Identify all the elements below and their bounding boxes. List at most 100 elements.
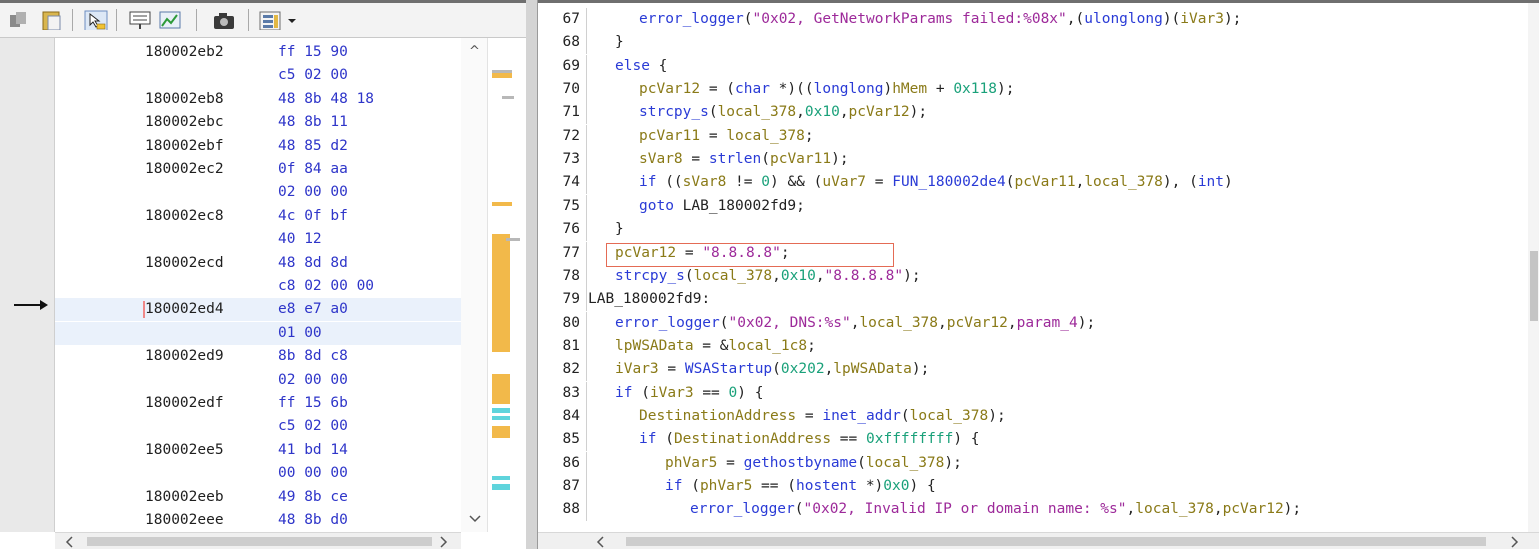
code-token[interactable]: + (927, 81, 953, 97)
listing-bytes[interactable]: c5 02 00 (278, 415, 348, 438)
listing-address[interactable]: 180002eee (145, 509, 224, 532)
code-token[interactable]: = (717, 455, 743, 471)
listing-row[interactable]: 180002eb2 ff 15 90 (55, 41, 461, 64)
code-token[interactable]: param_4 (1017, 315, 1078, 331)
code-text[interactable]: if (DestinationAddress == 0xffffffff) { (639, 428, 980, 451)
code-line[interactable]: 85 if (DestinationAddress == 0xffffffff) … (538, 428, 1528, 452)
overview-mark[interactable] (492, 234, 510, 352)
code-token[interactable]: sVar8 (683, 174, 727, 190)
code-token[interactable]: "8.8.8.8" (702, 245, 781, 261)
code-text[interactable]: strcpy_s(local_378,0x10,pcVar12); (639, 101, 927, 124)
overview-bar[interactable] (487, 38, 525, 532)
code-token[interactable]: , (1214, 501, 1223, 517)
code-token[interactable]: FUN_180002de4 (892, 174, 1006, 190)
code-token[interactable]: local_1c8 (729, 338, 808, 354)
code-token[interactable]: = (796, 408, 822, 424)
listing-bytes[interactable]: 00 00 00 (278, 462, 348, 485)
listing-address[interactable]: 180002eb2 (145, 41, 224, 64)
listing-bytes[interactable]: e8 e7 a0 (278, 298, 348, 321)
listing-bytes[interactable]: 02 00 00 (278, 369, 348, 392)
code-line[interactable]: 82 iVar3 = WSAStartup(0x202,lpWSAData); (538, 358, 1528, 382)
code-text[interactable]: goto LAB_180002fd9; (639, 195, 805, 218)
code-token[interactable]: ( (761, 151, 770, 167)
code-token[interactable]: ( (795, 501, 804, 517)
code-token[interactable]: int (1198, 174, 1224, 190)
code-token[interactable]: (( (656, 174, 682, 190)
code-token[interactable]: LAB_180002fd9; (674, 198, 805, 214)
listing-row[interactable]: 02 00 00 (55, 181, 461, 204)
code-token[interactable]: else (615, 58, 650, 74)
scroll-thumb[interactable] (1530, 251, 1538, 321)
overview-mark[interactable] (502, 96, 514, 99)
code-token[interactable]: ( (772, 361, 781, 377)
code-token[interactable]: = (700, 128, 726, 144)
code-line[interactable]: 73 sVar8 = strlen(pcVar11); (538, 148, 1528, 172)
code-token[interactable]: pcVar11 (770, 151, 831, 167)
listing-bytes[interactable]: ff 15 6b (278, 392, 348, 415)
code-text[interactable]: DestinationAddress = inet_addr(local_378… (639, 405, 1006, 428)
code-line[interactable]: 86 phVar5 = gethostbyname(local_378); (538, 451, 1528, 475)
code-token[interactable]: ( (901, 408, 910, 424)
code-token[interactable]: local_378 (910, 408, 989, 424)
code-line[interactable]: 80 error_logger("0x02, DNS:%s",local_378,… (538, 311, 1528, 335)
code-token[interactable]: ), ( (1163, 174, 1198, 190)
code-token[interactable]: , (796, 104, 805, 120)
code-token[interactable]: goto (639, 198, 674, 214)
code-text[interactable]: iVar3 = WSAStartup(0x202,lpWSAData); (615, 358, 929, 381)
code-token[interactable]: ( (685, 268, 694, 284)
code-token[interactable]: iVar3 (1180, 11, 1224, 27)
dropdown-arrow-icon[interactable] (286, 10, 298, 30)
listing-address[interactable]: 180002ebc (145, 111, 224, 134)
listing-bytes[interactable]: 48 8b 48 18 (278, 88, 374, 111)
code-token[interactable]: ( (744, 11, 753, 27)
listing-bytes[interactable]: c8 02 00 00 (278, 275, 374, 298)
listing-bytes[interactable]: ff 15 90 (278, 41, 348, 64)
code-token[interactable]: local_378 (726, 128, 805, 144)
cursor-select-icon[interactable] (84, 10, 108, 30)
listing-row[interactable]: c5 02 00 (55, 415, 461, 438)
overview-mark[interactable] (506, 238, 520, 241)
listing-vertical-scrollbar[interactable]: ^ (461, 38, 487, 532)
overview-mark[interactable] (492, 476, 510, 480)
code-text[interactable]: phVar5 = gethostbyname(local_378); (665, 452, 962, 475)
code-text[interactable]: error_logger("0x02, Invalid IP or domain… (690, 498, 1301, 521)
listing-address[interactable]: 180002ee5 (145, 439, 224, 462)
code-token[interactable]: ); (1224, 11, 1241, 27)
listing-row[interactable]: 180002ebf 48 85 d2 (55, 135, 461, 158)
code-line[interactable]: 75 goto LAB_180002fd9; (538, 194, 1528, 218)
code-line[interactable]: 74 if ((sVar8 != 0) && (uVar7 = FUN_18000… (538, 171, 1528, 195)
code-token[interactable]: ,( (1067, 11, 1084, 27)
code-token[interactable]: hostent (796, 478, 857, 494)
code-token[interactable]: lpWSAData (615, 338, 694, 354)
listing-bytes[interactable]: 41 bd 14 (278, 439, 348, 462)
code-token[interactable]: ); (944, 455, 961, 471)
code-token[interactable]: local_378 (1084, 174, 1163, 190)
overview-mark[interactable] (492, 408, 510, 413)
code-token[interactable]: local_378 (718, 104, 797, 120)
code-token[interactable]: ) { (910, 478, 936, 494)
listing-row[interactable]: 40 12 (55, 228, 461, 251)
code-text[interactable]: } (615, 218, 624, 241)
code-line[interactable]: 69 else { (538, 54, 1528, 78)
code-token[interactable]: sVar8 (639, 151, 683, 167)
code-text[interactable]: if (iVar3 == 0) { (615, 382, 763, 405)
pane-splitter[interactable] (526, 0, 537, 549)
overview-mark[interactable] (492, 73, 512, 78)
code-token[interactable]: if (665, 478, 682, 494)
code-token[interactable]: 0x0 (883, 478, 909, 494)
code-token[interactable]: ulonglong (1084, 11, 1163, 27)
code-token[interactable]: 0x10 (781, 268, 816, 284)
code-token[interactable]: , (1127, 501, 1136, 517)
code-token[interactable]: 0 (761, 174, 770, 190)
code-token[interactable]: { (650, 58, 668, 74)
code-token[interactable]: = ( (700, 81, 735, 97)
code-line[interactable]: 72 pcVar11 = local_378; (538, 124, 1528, 148)
listing-view[interactable]: 180002eb2 ff 15 90 c5 02 00 180002eb8 48 8b … (55, 38, 461, 532)
code-token[interactable]: pcVar11 (639, 128, 700, 144)
code-token[interactable]: , (938, 315, 947, 331)
code-token[interactable]: pcVar12 (849, 104, 910, 120)
code-token[interactable]: , (816, 268, 825, 284)
code-token[interactable]: , (840, 104, 849, 120)
listing-row[interactable]: 00 00 00 (55, 462, 461, 485)
code-line[interactable]: 68} (538, 31, 1528, 55)
